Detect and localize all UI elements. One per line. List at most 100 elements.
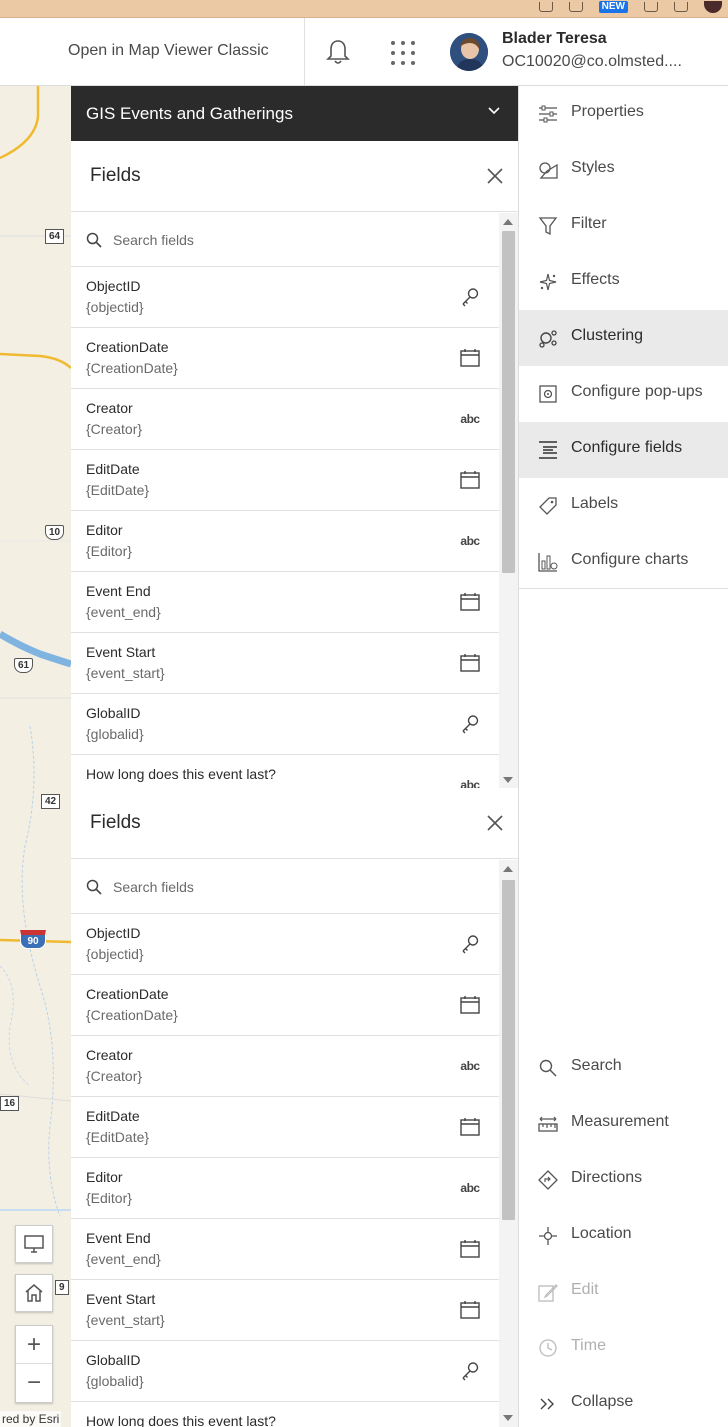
settings-item-label: Measurement	[571, 1113, 669, 1130]
field-name: ObjectID	[86, 278, 141, 294]
chevron-down-icon	[488, 107, 500, 115]
field-row[interactable]: Event End {event_end}	[71, 1219, 499, 1280]
scroll-up-arrow[interactable]	[503, 219, 513, 225]
key-icon	[459, 1361, 481, 1381]
close-icon[interactable]	[486, 814, 504, 832]
settings-item-clustering[interactable]: Clustering	[519, 310, 728, 366]
field-key: {CreationDate}	[86, 1007, 178, 1023]
field-row[interactable]: Creator {Creator} abc	[71, 1036, 499, 1097]
settings-item-label: Time	[571, 1337, 606, 1354]
field-key: {Creator}	[86, 1068, 143, 1084]
route-shield: 42	[41, 794, 61, 809]
fields-panel: Fields ObjectID {objectid} CreationDate {Cr…	[71, 788, 518, 1427]
fields-list-scrollbar[interactable]	[499, 213, 518, 789]
calendar-icon	[459, 1300, 481, 1320]
settings-item-filter[interactable]: Filter	[519, 198, 728, 254]
settings-item-directions[interactable]: Directions	[519, 1152, 728, 1208]
open-in-map-viewer-classic-link[interactable]: Open in Map Viewer Classic	[68, 42, 269, 60]
key-icon	[459, 934, 481, 954]
scroll-down-arrow[interactable]	[503, 777, 513, 783]
route-shield: 61	[14, 658, 34, 673]
field-row[interactable]: Event Start {event_start}	[71, 633, 499, 694]
fields-panel-title: Fields	[90, 165, 141, 186]
settings-item-labels[interactable]: Labels	[519, 478, 728, 534]
settings-item-configure-pop-ups[interactable]: Configure pop-ups	[519, 366, 728, 422]
user-name[interactable]: Blader Teresa	[502, 30, 607, 48]
field-row[interactable]: Editor {Editor} abc	[71, 1158, 499, 1219]
browser-extension-icon[interactable]	[644, 2, 658, 12]
settings-item-configure-fields[interactable]: Configure fields	[519, 422, 728, 478]
field-row[interactable]: EditDate {EditDate}	[71, 450, 499, 511]
scrollbar-thumb[interactable]	[502, 880, 515, 1220]
fields-list: ObjectID {objectid} CreationDate {CreationD…	[71, 914, 499, 1427]
clustering-icon	[538, 328, 558, 348]
field-row[interactable]: How long does this event last? abc	[71, 1402, 499, 1427]
browser-bookmark-icon[interactable]	[568, 2, 583, 12]
search-fields-input[interactable]	[113, 227, 473, 253]
search-fields-input[interactable]	[113, 874, 473, 900]
settings-item-search[interactable]: Search	[519, 1040, 728, 1096]
field-name: Event Start	[86, 1291, 156, 1307]
field-row[interactable]: Event Start {event_start}	[71, 1280, 499, 1341]
settings-item-configure-charts[interactable]: Configure charts	[519, 534, 728, 590]
field-row[interactable]: EditDate {EditDate}	[71, 1097, 499, 1158]
field-name: GlobalID	[86, 705, 141, 721]
calendar-icon	[459, 995, 481, 1015]
app-launcher-icon[interactable]	[390, 40, 416, 66]
scroll-up-arrow[interactable]	[503, 866, 513, 872]
fields-panel-header: Fields	[71, 788, 518, 859]
field-row[interactable]: Creator {Creator} abc	[71, 389, 499, 450]
field-row[interactable]: CreationDate {CreationDate}	[71, 975, 499, 1036]
zoom-in-button[interactable]: +	[16, 1326, 52, 1364]
field-key: {globalid}	[86, 726, 144, 742]
user-email[interactable]: OC10020@co.olmsted....	[502, 53, 682, 71]
field-name: GlobalID	[86, 1352, 141, 1368]
field-row[interactable]: GlobalID {globalid}	[71, 694, 499, 755]
notifications-bell-icon[interactable]	[326, 38, 350, 66]
settings-item-measurement[interactable]: Measurement	[519, 1096, 728, 1152]
default-extent-button[interactable]	[15, 1225, 53, 1263]
zoom-out-button[interactable]: −	[16, 1364, 52, 1402]
close-icon[interactable]	[486, 167, 504, 185]
field-key: {Editor}	[86, 543, 132, 559]
map-view[interactable]: 64 10 61 42 90 16 9 + − red by Esri	[0, 86, 71, 1427]
field-row[interactable]: ObjectID {objectid}	[71, 914, 499, 975]
settings-item-styles[interactable]: Styles	[519, 142, 728, 198]
browser-share-icon[interactable]	[538, 2, 553, 12]
field-key: {event_end}	[86, 604, 161, 620]
charts-icon	[538, 552, 558, 572]
scrollbar-thumb[interactable]	[502, 231, 515, 573]
field-row[interactable]: Event End {event_end}	[71, 572, 499, 633]
location-icon	[538, 1226, 558, 1246]
effects-icon	[538, 272, 558, 292]
browser-home-icon[interactable]	[674, 2, 688, 12]
field-row[interactable]: Editor {Editor} abc	[71, 511, 499, 572]
field-name: Creator	[86, 400, 133, 416]
popup-icon	[538, 384, 558, 404]
settings-item-collapse[interactable]: Collapse	[519, 1376, 728, 1427]
field-name: Event End	[86, 583, 151, 599]
field-row[interactable]: How long does this event last? abc	[71, 755, 499, 789]
field-row[interactable]: ObjectID {objectid}	[71, 267, 499, 328]
scroll-down-arrow[interactable]	[503, 1415, 513, 1421]
layer-selector[interactable]: GIS Events and Gatherings	[71, 86, 518, 141]
route-shield: 10	[45, 525, 65, 540]
browser-profile-avatar[interactable]	[704, 1, 722, 13]
settings-item-properties[interactable]: Properties	[519, 86, 728, 142]
fields-list-scrollbar[interactable]	[499, 860, 518, 1427]
fields-panel-title: Fields	[90, 812, 141, 833]
directions-icon	[538, 1170, 558, 1190]
search-icon	[538, 1058, 558, 1078]
field-key: {objectid}	[86, 299, 144, 315]
home-button[interactable]	[15, 1274, 53, 1312]
settings-item-label: Filter	[571, 215, 607, 232]
field-row[interactable]: GlobalID {globalid}	[71, 1341, 499, 1402]
settings-item-location[interactable]: Location	[519, 1208, 728, 1264]
user-avatar[interactable]	[450, 33, 488, 71]
field-row[interactable]: CreationDate {CreationDate}	[71, 328, 499, 389]
route-shield: 9	[55, 1280, 69, 1295]
map-attribution[interactable]: red by Esri	[0, 1411, 62, 1427]
monitor-icon	[24, 1235, 44, 1253]
edit-icon	[538, 1282, 558, 1302]
settings-item-effects[interactable]: Effects	[519, 254, 728, 310]
